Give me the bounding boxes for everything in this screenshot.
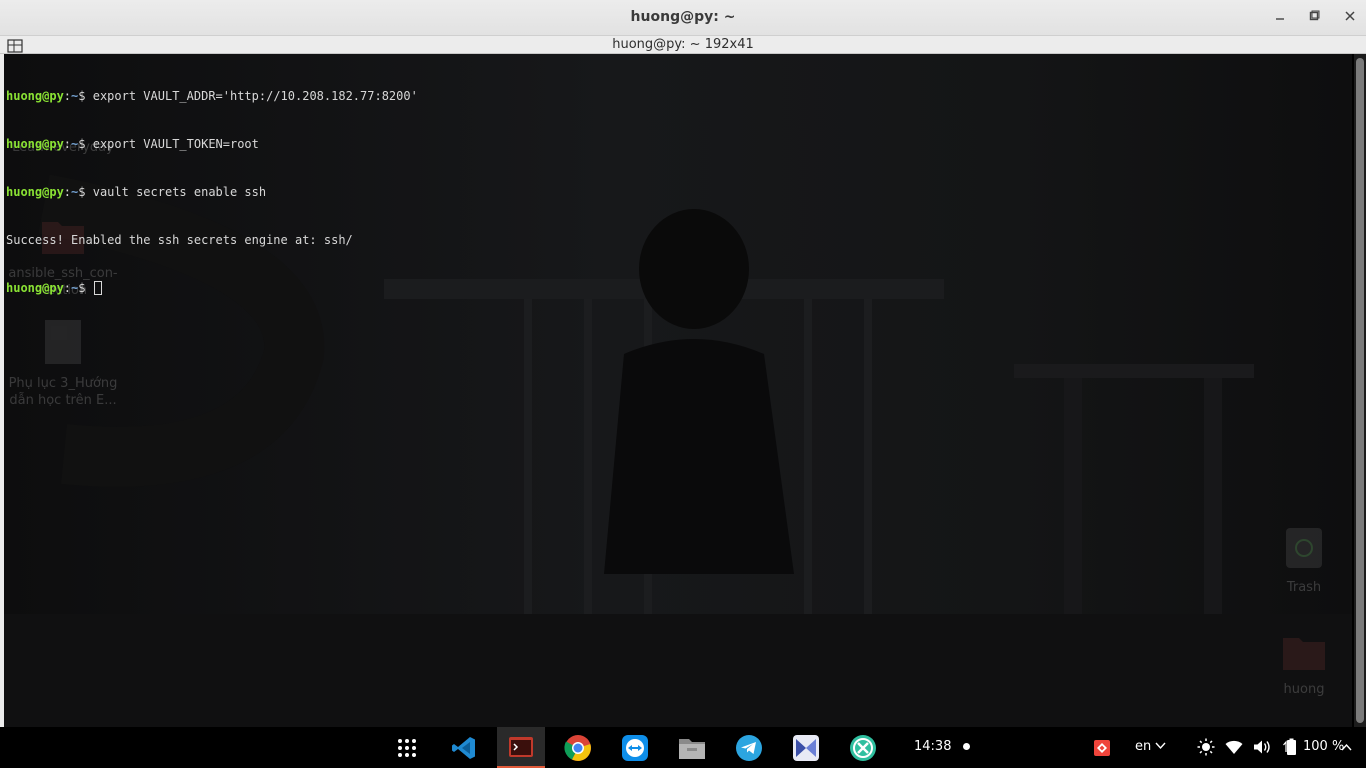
close-icon[interactable] [1342, 10, 1358, 26]
command-text: vault secrets enable ssh [92, 185, 267, 199]
files-icon[interactable] [677, 733, 707, 763]
desktop-icon-label: huong [1283, 682, 1325, 697]
prompt-sep: : [63, 137, 72, 151]
window-titlebar[interactable]: huong@py: ~ [0, 0, 1366, 36]
volume-icon[interactable] [1252, 737, 1272, 757]
language-indicator[interactable]: en [1135, 739, 1166, 754]
terminal-output[interactable]: huong@py:~$ export VAULT_ADDR='http://10… [6, 56, 418, 328]
prompt-symbol: $ [78, 281, 93, 295]
chevron-up-icon[interactable] [1339, 737, 1353, 757]
prompt-user: huong@py [6, 89, 64, 103]
language-label: en [1135, 739, 1152, 754]
wifi-icon[interactable] [1224, 737, 1244, 757]
telegram-icon[interactable] [734, 733, 764, 763]
trash-icon [1266, 526, 1342, 575]
terminal-line: Success! Enabled the ssh secrets engine … [6, 232, 418, 248]
home-folder-icon [1266, 632, 1342, 677]
xmind-icon[interactable] [848, 733, 878, 763]
chrome-icon[interactable] [563, 733, 593, 763]
desktop-icon-label: Trash [1286, 580, 1322, 595]
terminal-line: huong@py:~$ [6, 280, 418, 296]
prompt-user: huong@py [6, 185, 64, 199]
command-output: Success! Enabled the ssh secrets engine … [6, 233, 353, 247]
apps-grid-icon[interactable] [392, 733, 422, 763]
terminal-line: huong@py:~$ vault secrets enable ssh [6, 184, 418, 200]
desktop-icon-label: Phụ lục 3_Hướng dẫn học trên E... [8, 376, 118, 408]
teamviewer-icon[interactable] [620, 733, 650, 763]
scrollbar-thumb[interactable] [1356, 58, 1364, 723]
vscode-icon[interactable] [449, 733, 479, 763]
desktop-trash: Trash [1266, 526, 1342, 596]
desktop-file-phu-luc: Phụ lục 3_Hướng dẫn học trên E... [4, 318, 122, 409]
terminal-view[interactable]: Learn-everyday ansible_ssh_con- nection … [4, 54, 1352, 727]
anydesk-tray-icon[interactable] [1091, 737, 1113, 759]
prompt-user: huong@py [6, 137, 64, 151]
terminal-line: huong@py:~$ export VAULT_ADDR='http://10… [6, 88, 418, 104]
command-text: export VAULT_TOKEN=root [92, 137, 259, 151]
prompt-sep: : [63, 89, 72, 103]
terminal-cursor [93, 281, 102, 295]
minimize-icon[interactable] [1272, 10, 1288, 26]
terminal-tab-title[interactable]: huong@py: ~ 192x41 [0, 37, 1366, 52]
brightness-icon[interactable] [1196, 737, 1216, 757]
terminal-icon[interactable] [497, 727, 545, 768]
prompt-symbol: $ [78, 137, 93, 151]
kolourpaint-icon[interactable] [791, 733, 821, 763]
command-text: export VAULT_ADDR='http://10.208.182.77:… [92, 89, 418, 103]
terminal-scrollbar[interactable] [1354, 54, 1366, 727]
prompt-symbol: $ [78, 185, 93, 199]
prompt-sep: : [63, 185, 72, 199]
prompt-user: huong@py [6, 281, 64, 295]
notification-indicator[interactable] [963, 743, 970, 750]
taskbar: 14:38 en 100 % [0, 727, 1366, 768]
terminal-tabbar: huong@py: ~ 192x41 [0, 36, 1366, 54]
window-title: huong@py: ~ [630, 9, 736, 25]
desktop-home-folder: huong [1266, 632, 1342, 698]
prompt-sep: : [63, 281, 72, 295]
prompt-symbol: $ [78, 89, 93, 103]
battery-icon[interactable] [1280, 737, 1300, 757]
chevron-down-icon [1155, 739, 1166, 754]
terminal-line: huong@py:~$ export VAULT_TOKEN=root [6, 136, 418, 152]
maximize-icon[interactable] [1306, 10, 1322, 26]
clock[interactable]: 14:38 [914, 739, 951, 754]
